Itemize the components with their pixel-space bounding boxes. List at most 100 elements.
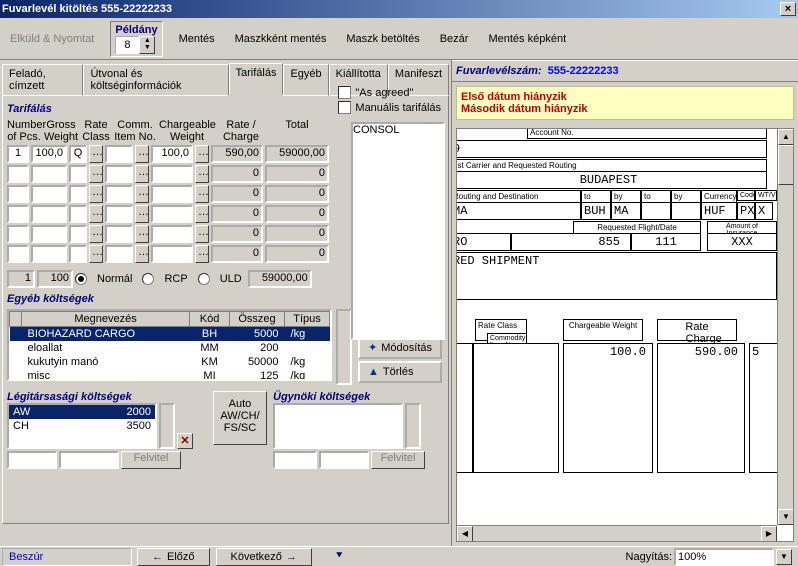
rate-picker[interactable]: … — [89, 205, 103, 223]
gross-input[interactable]: 100,0 — [31, 145, 67, 163]
awb-number: 555-22222233 — [548, 65, 619, 77]
num-input[interactable] — [7, 165, 29, 183]
comm-picker[interactable]: … — [135, 165, 149, 183]
next-button[interactable]: Következő→ — [216, 548, 312, 566]
other-costs-grid[interactable]: Megnevezés Kód Összeg Típus BIOHAZARD CA… — [7, 309, 332, 381]
load-mask-button[interactable]: Maszk betöltés — [342, 31, 423, 47]
chg-picker[interactable]: … — [195, 145, 209, 163]
num-input[interactable]: 1 — [7, 145, 29, 163]
document-preview[interactable]: Account No. 9 1st Carrier and Requested … — [456, 128, 794, 542]
table-row[interactable]: kukutyin manóKM50000/kg — [10, 355, 330, 369]
save-mask-button[interactable]: Maszkként mentés — [231, 31, 331, 47]
manual-tariff-check[interactable]: Manuális tarifálás — [338, 101, 441, 114]
opt-rcp[interactable] — [142, 273, 154, 285]
comm-input[interactable] — [105, 225, 133, 243]
rate-input[interactable] — [69, 185, 87, 203]
airline-amount-input[interactable] — [59, 451, 119, 469]
prev-button[interactable]: ←Előző — [137, 548, 210, 566]
airline-code-input[interactable] — [7, 451, 57, 469]
comm-picker[interactable]: … — [135, 145, 149, 163]
rc-cell: 0 — [211, 245, 263, 263]
gross-input[interactable] — [31, 185, 67, 203]
consol-list[interactable]: CONSOL — [351, 122, 445, 340]
down-arrow-icon[interactable]: ⯆ — [335, 550, 344, 563]
agent-code-input[interactable] — [273, 451, 317, 469]
close-toolbar-button[interactable]: Bezár — [436, 31, 473, 47]
agent-amount-input[interactable] — [319, 451, 369, 469]
zoom-dropdown[interactable]: ▼ — [776, 549, 792, 565]
comm-input[interactable] — [105, 145, 133, 163]
left-arrow-icon: ← — [152, 551, 163, 563]
copies-input[interactable] — [115, 36, 139, 54]
comm-input[interactable] — [105, 185, 133, 203]
comm-picker[interactable]: … — [135, 225, 149, 243]
num-input[interactable] — [7, 245, 29, 263]
send-print-button[interactable]: Elküld & Nyomtat — [6, 31, 98, 47]
tab-route[interactable]: Útvonal és költséginformációk — [83, 64, 228, 96]
tab-other[interactable]: Egyéb — [283, 64, 328, 96]
table-row[interactable]: BIOHAZARD CARGOBH5000/kg — [10, 327, 330, 342]
sum-num: 1 — [7, 270, 35, 288]
tab-sender[interactable]: Feladó, címzett — [2, 64, 83, 96]
agent-add-button[interactable]: Felvitel — [371, 451, 425, 469]
rate-picker[interactable]: … — [89, 145, 103, 163]
grid-scrollbar[interactable] — [336, 309, 352, 385]
rate-picker[interactable]: … — [89, 245, 103, 263]
zoom-input[interactable] — [674, 548, 774, 566]
rc-cell: 0 — [211, 165, 263, 183]
tab-tariff[interactable]: Tarifálás — [229, 63, 284, 95]
copies-spinner[interactable]: ▲▼ — [139, 36, 155, 54]
airline-remove-button[interactable]: ✕ — [177, 433, 193, 449]
auto-awch-button[interactable]: Auto AW/CH/ FS/SC — [213, 391, 267, 445]
airline-scroll[interactable] — [159, 403, 175, 449]
chg-input[interactable] — [151, 165, 193, 183]
comm-picker[interactable]: … — [135, 185, 149, 203]
num-input[interactable] — [7, 225, 29, 243]
warn-1: Első dátum hiányzik — [461, 91, 789, 103]
gross-input[interactable] — [31, 165, 67, 183]
chg-input[interactable] — [151, 185, 193, 203]
close-button[interactable]: × — [780, 2, 796, 16]
rate-picker[interactable]: … — [89, 225, 103, 243]
rate-input[interactable] — [69, 225, 87, 243]
chg-input[interactable] — [151, 205, 193, 223]
comm-input[interactable] — [105, 245, 133, 263]
chg-picker[interactable]: … — [195, 185, 209, 203]
comm-input[interactable] — [105, 205, 133, 223]
rate-input[interactable] — [69, 205, 87, 223]
num-input[interactable] — [7, 205, 29, 223]
rate-input[interactable]: Q — [69, 145, 87, 163]
table-row[interactable]: miscMI125/kg — [10, 369, 330, 381]
preview-vscroll[interactable]: ▲ ▼ — [777, 129, 793, 525]
rate-input[interactable] — [69, 165, 87, 183]
num-input[interactable] — [7, 185, 29, 203]
chg-picker[interactable]: … — [195, 245, 209, 263]
opt-normal[interactable] — [75, 273, 87, 285]
chg-input[interactable] — [151, 245, 193, 263]
save-button[interactable]: Mentés — [175, 31, 219, 47]
airline-add-button[interactable]: Felvitel — [121, 451, 181, 469]
chg-input[interactable]: 100,0 — [151, 145, 193, 163]
comm-picker[interactable]: … — [135, 205, 149, 223]
chg-input[interactable] — [151, 225, 193, 243]
rate-picker[interactable]: … — [89, 185, 103, 203]
comm-picker[interactable]: … — [135, 245, 149, 263]
agent-scroll[interactable] — [405, 403, 421, 449]
comm-input[interactable] — [105, 165, 133, 183]
airline-listbox[interactable]: AW2000 CH3500 — [7, 403, 157, 449]
agent-listbox[interactable] — [273, 403, 403, 449]
gross-input[interactable] — [31, 205, 67, 223]
gross-input[interactable] — [31, 225, 67, 243]
chg-picker[interactable]: … — [195, 165, 209, 183]
opt-uld[interactable] — [198, 273, 210, 285]
rate-picker[interactable]: … — [89, 165, 103, 183]
delete-button[interactable]: ▲Törlés — [358, 361, 442, 383]
save-image-button[interactable]: Mentés képként — [484, 31, 570, 47]
table-row[interactable]: eloallatMM200 — [10, 341, 330, 355]
rate-input[interactable] — [69, 245, 87, 263]
preview-hscroll[interactable]: ◀ ▶ — [457, 525, 777, 541]
gross-input[interactable] — [31, 245, 67, 263]
as-agreed-check[interactable]: "As agreed" — [338, 86, 441, 99]
chg-picker[interactable]: … — [195, 225, 209, 243]
chg-picker[interactable]: … — [195, 205, 209, 223]
